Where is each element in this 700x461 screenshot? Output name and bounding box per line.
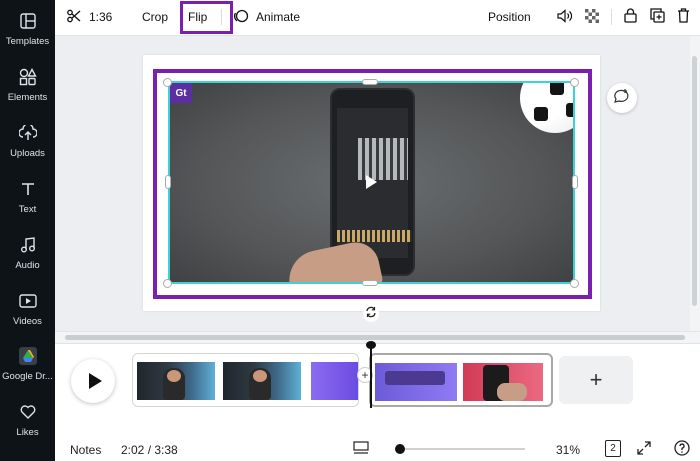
horizontal-scrollbar[interactable] [55,331,700,343]
sidebar-item-label: Google Dr... [2,371,53,382]
sidebar-item-label: Text [18,204,37,215]
add-page-button[interactable]: + [559,356,633,404]
clip-thumbnail [463,363,543,401]
resize-handle-top[interactable] [362,79,378,85]
duplicate-button[interactable] [650,0,665,34]
templates-icon [19,12,37,30]
lock-icon [624,8,637,26]
animate-button[interactable]: Animate [233,0,300,34]
sidebar-item-label: Uploads [10,148,45,159]
timeline-clip-1[interactable] [132,353,359,407]
position-button[interactable]: Position [488,0,531,34]
scissors-icon [67,9,81,26]
uploads-icon [18,124,37,142]
videos-icon [18,292,37,310]
plus-icon: + [589,367,603,392]
sidebar-item-label: Templates [5,36,50,47]
delete-button[interactable] [677,0,690,34]
playhead-handle[interactable] [366,341,376,349]
lock-button[interactable] [624,0,637,34]
expand-icon [637,441,651,458]
elements-icon [19,68,37,86]
volume-button[interactable] [557,0,573,34]
crop-button[interactable]: Crop [142,0,168,34]
resize-handle-right[interactable] [572,175,578,189]
play-button[interactable] [71,359,115,403]
animate-label: Animate [256,10,301,24]
toolbar-divider [221,9,222,25]
volume-icon [557,8,573,26]
notes-button[interactable]: Notes [70,443,101,457]
clip-thumbnail [137,362,215,400]
help-button[interactable] [674,440,690,459]
zoom-level[interactable]: 31% [556,443,580,457]
sidebar-item-label: Videos [13,316,42,327]
playhead[interactable] [370,345,372,408]
resize-handle-left[interactable] [165,175,171,189]
rotate-button[interactable] [363,306,379,322]
scrollbar-thumb[interactable] [65,335,685,340]
sidebar-item-text[interactable]: Text [0,178,55,230]
resize-handle-bottom[interactable] [362,280,378,286]
sidebar-item-likes[interactable]: Likes [0,401,55,453]
zoom-slider-handle[interactable] [395,444,405,454]
transparency-icon [585,8,599,26]
text-icon [19,180,37,198]
resize-handle-top-right[interactable] [570,78,579,87]
left-sidebar: Templates Elements Uploads Text Audio Vi… [0,0,55,461]
play-icon [88,373,102,389]
playback-time: 2:02 / 3:38 [121,443,178,457]
duplicate-icon [650,8,665,26]
selection-highlight [153,69,592,299]
sidebar-item-label: Elements [7,92,48,103]
flip-button[interactable]: Flip [188,0,207,34]
resize-handle-bottom-left[interactable] [163,279,172,288]
help-icon [674,440,690,459]
page-view-icon [353,441,369,458]
clip-thumbnail [223,362,301,400]
animate-icon [233,8,249,27]
trim-button[interactable]: 1:36 [67,0,112,34]
page-count: 2 [605,440,621,457]
footer-bar: Notes 2:02 / 3:38 31% 2 [55,430,700,461]
grid-view-button[interactable] [353,441,369,458]
pages-button[interactable]: 2 [605,440,621,457]
transparency-button[interactable] [585,0,599,34]
sidebar-item-audio[interactable]: Audio [0,234,55,286]
clip-thumbnail [375,363,457,401]
sidebar-item-label: Audio [15,260,40,271]
duration-label: 1:36 [89,10,113,24]
zoom-slider[interactable] [395,448,525,450]
rotate-icon [365,305,377,323]
clip-thumbnail [311,362,358,400]
vertical-scrollbar[interactable] [690,36,700,331]
fullscreen-button[interactable] [637,441,651,458]
sidebar-item-templates[interactable]: Templates [0,10,55,62]
resize-handle-bottom-right[interactable] [570,279,579,288]
resize-handle-top-left[interactable] [163,78,172,87]
sidebar-item-label: Likes [16,427,39,438]
sidebar-item-google-drive[interactable]: Google Dr... [0,345,55,397]
heart-icon [19,403,37,421]
audio-icon [19,236,37,254]
top-toolbar: 1:36 Crop Flip Animate Position [55,0,700,36]
sidebar-item-uploads[interactable]: Uploads [0,122,55,174]
toolbar-divider [611,9,612,25]
sidebar-item-videos[interactable]: Videos [0,290,55,342]
add-comment-button[interactable] [607,83,637,113]
comment-icon [614,88,630,108]
sidebar-item-elements[interactable]: Elements [0,66,55,118]
google-drive-icon [18,347,37,365]
timeline-clip-2[interactable] [369,353,553,407]
trash-icon [677,8,690,26]
